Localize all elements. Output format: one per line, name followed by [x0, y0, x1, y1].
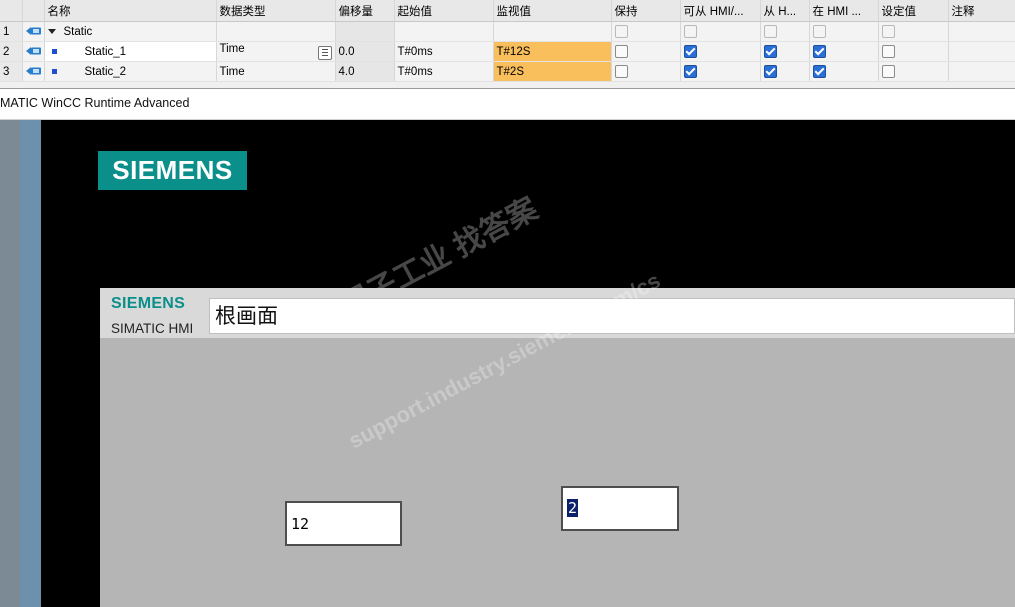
datatype-list-icon[interactable] — [317, 46, 332, 60]
from-hmi-checkbox[interactable] — [763, 45, 777, 58]
header-hmi-access[interactable]: 可从 HMI/... — [680, 0, 761, 22]
in-hmi-checkbox[interactable] — [812, 65, 826, 78]
retain-checkbox[interactable] — [614, 45, 628, 58]
hmi-access-checkbox[interactable] — [683, 25, 697, 38]
in-hmi-checkbox[interactable] — [812, 45, 826, 58]
hmi-panel-header: SIEMENS SIMATIC HMI 根画面 — [100, 288, 1015, 338]
from-hmi-checkbox[interactable] — [763, 65, 777, 78]
header-comment[interactable]: 注释 — [948, 0, 1015, 22]
datatype-cell[interactable]: Time — [216, 61, 336, 82]
header-datatype[interactable]: 数据类型 — [216, 0, 336, 22]
header-offset[interactable]: 偏移量 — [335, 0, 395, 22]
start-value-cell[interactable]: T#0ms — [394, 41, 494, 62]
tag-table: 名称 数据类型 偏移量 起始值 监视值 保持 可从 HMI/... 从 H...… — [0, 0, 1015, 82]
member-bullet-icon — [51, 68, 57, 74]
from-hmi-checkbox[interactable] — [763, 25, 777, 38]
comment-cell[interactable] — [948, 21, 1015, 42]
datatype-cell[interactable]: Time — [216, 41, 336, 62]
header-setpoint[interactable]: 设定值 — [878, 0, 949, 22]
comment-cell[interactable] — [948, 61, 1015, 82]
io-field-static-1[interactable]: 12 — [285, 501, 402, 546]
row-number: 3 — [0, 61, 23, 82]
tag-table-panel: 名称 数据类型 偏移量 起始值 监视值 保持 可从 HMI/... 从 H...… — [0, 0, 1015, 89]
monitor-value-cell: T#12S — [493, 41, 612, 62]
hmi-access-checkbox[interactable] — [683, 45, 697, 58]
row-number: 1 — [0, 21, 23, 42]
setpoint-checkbox[interactable] — [881, 25, 895, 38]
collapse-caret-icon[interactable] — [47, 28, 56, 34]
start-value-cell[interactable] — [394, 21, 494, 42]
runtime-screen: SIEMENS 西门子工业 找答案 SIEMENS SIMATIC HMI 根画… — [0, 120, 1015, 607]
setpoint-checkbox[interactable] — [881, 45, 895, 58]
runtime-window-title: MATIC WinCC Runtime Advanced — [0, 96, 190, 110]
screen-title: 根画面 — [209, 298, 1015, 334]
monitor-value-cell: T#2S — [493, 61, 612, 82]
header-start-value[interactable]: 起始值 — [394, 0, 494, 22]
row-number: 2 — [0, 41, 23, 62]
panel-siemens-logo: SIEMENS — [111, 295, 186, 312]
tag-name-cell[interactable]: Static_2 — [44, 61, 217, 82]
header-in-hmi[interactable]: 在 HMI ... — [809, 0, 879, 22]
io-field-static-2[interactable]: 2 — [561, 486, 679, 531]
tag-name-cell[interactable]: Static_1 — [43, 41, 217, 62]
hmi-access-checkbox[interactable] — [683, 65, 697, 78]
member-bullet-icon — [51, 48, 57, 54]
header-retain[interactable]: 保持 — [611, 0, 681, 22]
left-border-strip — [0, 120, 20, 607]
offset-cell: 4.0 — [335, 61, 395, 82]
offset-cell: 0.0 — [335, 41, 395, 62]
left-accent-strip — [20, 120, 41, 607]
datatype-cell[interactable] — [216, 21, 336, 42]
header-from-hmi[interactable]: 从 H... — [760, 0, 810, 22]
monitor-value-cell — [493, 21, 612, 42]
tag-name-cell[interactable]: Static — [44, 21, 217, 42]
table-header-row: 名称 数据类型 偏移量 起始值 监视值 保持 可从 HMI/... 从 H...… — [0, 0, 1015, 22]
runtime-window-titlebar: MATIC WinCC Runtime Advanced — [0, 89, 1015, 120]
header-monitor-value[interactable]: 监视值 — [493, 0, 612, 22]
offset-cell — [335, 21, 395, 42]
db-tag-icon — [25, 47, 41, 56]
table-row[interactable]: 2 Static_1 Time 0.0 T#0ms T#12S — [0, 41, 1015, 62]
in-hmi-checkbox[interactable] — [812, 25, 826, 38]
comment-cell[interactable] — [948, 41, 1015, 62]
header-icon — [22, 0, 45, 22]
hmi-panel: SIEMENS SIMATIC HMI 根画面 support.industry… — [100, 268, 1015, 607]
retain-checkbox[interactable] — [614, 25, 628, 38]
table-row[interactable]: 3 Static_2 Time 4.0 T#0ms T#2S — [0, 61, 1015, 82]
header-rownum — [0, 0, 23, 22]
header-name[interactable]: 名称 — [44, 0, 217, 22]
panel-product-label: SIMATIC HMI — [111, 321, 194, 336]
db-tag-icon — [25, 27, 41, 36]
table-row[interactable]: 1 Static — [0, 21, 1015, 42]
retain-checkbox[interactable] — [614, 65, 628, 78]
db-tag-icon — [25, 67, 41, 76]
setpoint-checkbox[interactable] — [881, 65, 895, 78]
start-value-cell[interactable]: T#0ms — [394, 61, 494, 82]
siemens-logo: SIEMENS — [98, 151, 247, 190]
